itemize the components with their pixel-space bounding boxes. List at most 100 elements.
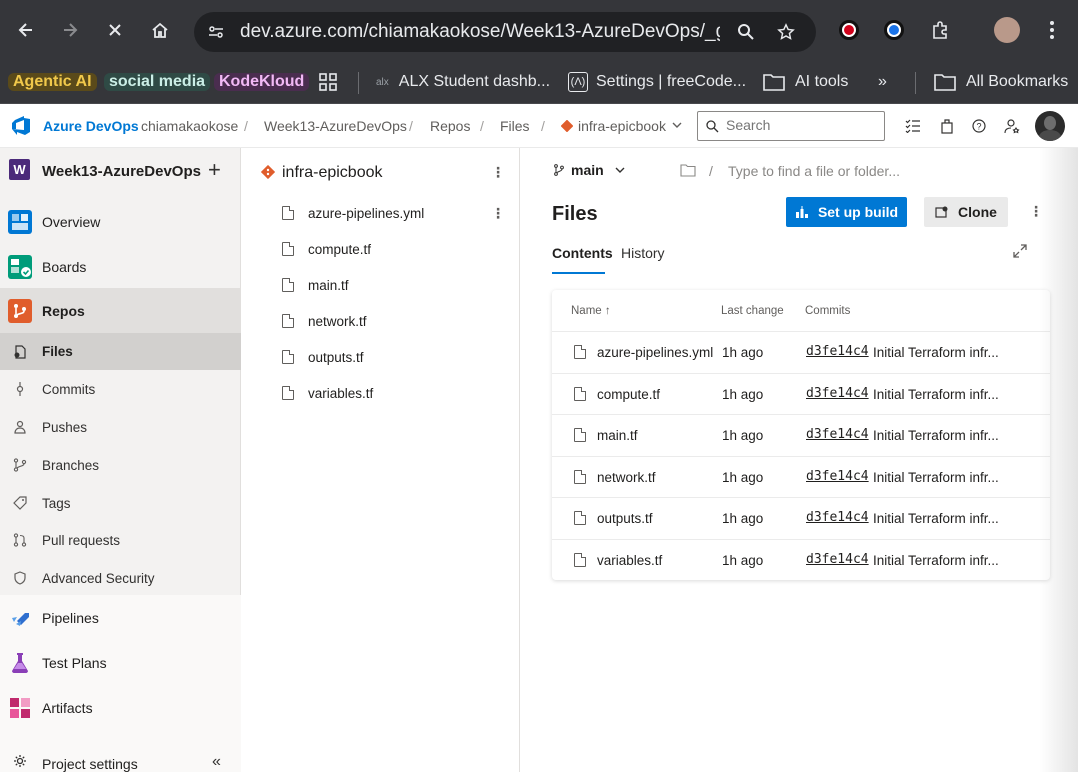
tab-history[interactable]: History [621,245,665,261]
table-row[interactable]: main.tf 1h ago d3fe14c4 Initial Terrafor… [552,414,1050,455]
tree-item[interactable]: compute.tf [282,237,371,261]
build-icon [795,205,808,218]
nav-test-plans[interactable]: Test Plans [0,650,241,676]
breadcrumb-repo[interactable]: infra-epicbook [578,118,666,134]
path-search-input[interactable]: Type to find a file or folder... [728,163,900,179]
search-input[interactable] [726,117,876,133]
clone-button[interactable]: Clone [924,197,1008,227]
star-icon[interactable] [772,18,800,46]
search-icon[interactable] [732,18,760,46]
stop-icon[interactable] [99,14,131,46]
bookmark-folder-ai-tools[interactable]: AI tools [763,68,848,96]
azure-devops-logo-icon[interactable] [10,116,32,136]
collapse-nav-icon[interactable]: « [212,753,221,771]
ado-header: Azure DevOps chiamakaokose / Week13-Azur… [0,104,1078,148]
repo-name[interactable]: infra-epicbook [282,164,383,182]
tree-item[interactable]: main.tf [282,273,349,297]
project-name[interactable]: Week13-AzureDevOps [42,163,201,180]
table-row[interactable]: azure-pipelines.yml 1h ago d3fe14c4 Init… [552,331,1050,372]
nav-boards[interactable]: Boards [0,254,241,280]
nav-branches[interactable]: Branches [0,446,241,484]
bookmark-alx[interactable]: alx ALX Student dashb... [376,68,550,96]
set-up-build-button[interactable]: Set up build [786,197,907,227]
commit-hash-link[interactable]: d3fe14c4 [806,344,869,359]
commit-hash-link[interactable]: d3fe14c4 [806,427,869,442]
file-more-icon[interactable]: ⋮ [491,205,505,222]
back-icon[interactable] [10,14,42,46]
site-settings-icon[interactable] [202,18,230,46]
left-nav: W Week13-AzureDevOps + Overview Boards R… [0,148,241,772]
nav-pipelines[interactable]: Pipelines [0,605,241,631]
yaml-file-icon [574,345,586,359]
column-header-commits[interactable]: Commits [805,305,850,317]
tree-item[interactable]: outputs.tf [282,345,364,369]
nav-repos[interactable]: Repos [0,288,241,333]
bookmark-freecodecamp[interactable]: (Λ) Settings | freeCode... [568,68,746,96]
nav-overview[interactable]: Overview [0,209,241,235]
apps-grid-icon[interactable] [318,68,338,96]
breadcrumb-files[interactable]: Files [500,118,530,134]
tree-item[interactable]: network.tf [282,309,367,333]
column-header-name[interactable]: Name ↑ [571,305,611,317]
address-bar[interactable]: dev.azure.com/chiamakaokose/Week13-Azure… [194,12,816,52]
help-icon[interactable]: ? [969,116,989,136]
bookmark-kodekloud[interactable]: KodeKloud [214,68,310,96]
breadcrumb-project[interactable]: Week13-AzureDevOps [264,118,407,134]
extensions-puzzle-icon[interactable] [924,14,956,46]
tree-item[interactable]: variables.tf [282,381,373,405]
work-items-icon[interactable] [903,116,923,136]
nav-commits[interactable]: Commits [0,370,241,408]
nav-project-settings[interactable]: Project settings « [0,752,241,772]
user-avatar[interactable] [1035,111,1065,141]
tab-contents[interactable]: Contents [552,245,613,261]
expand-icon[interactable] [1013,244,1027,263]
nav-artifacts[interactable]: Artifacts [0,695,241,721]
repo-more-icon[interactable]: ⋮ [491,164,505,181]
marketplace-icon[interactable] [937,116,957,136]
brand-name[interactable]: Azure DevOps [43,118,139,134]
bookmark-agentic-ai[interactable]: Agentic AI [8,68,97,96]
more-actions-icon[interactable]: ⋮ [1029,203,1043,220]
active-tab-indicator [552,272,605,274]
nav-advanced-security[interactable]: Advanced Security [0,559,241,597]
bookmark-social-media[interactable]: social media [104,68,211,96]
extension-icon[interactable] [884,20,904,40]
git-repo-icon [560,119,574,135]
table-row[interactable]: network.tf 1h ago d3fe14c4 Initial Terra… [552,456,1050,497]
menu-kebab-icon[interactable] [1036,14,1068,46]
tag-icon [13,496,27,510]
nav-pushes[interactable]: Pushes [0,408,241,446]
search-field[interactable] [697,111,885,141]
user-settings-icon[interactable] [1002,116,1022,136]
all-bookmarks-folder[interactable]: All Bookmarks [934,68,1068,96]
commit-hash-link[interactable]: d3fe14c4 [806,510,869,525]
column-header-last-change[interactable]: Last change [721,305,784,317]
browser-toolbar: dev.azure.com/chiamakaokose/Week13-Azure… [0,0,1078,62]
breadcrumb-repos[interactable]: Repos [430,118,470,134]
files-icon [13,345,27,359]
project-avatar[interactable]: W [9,159,30,180]
table-row[interactable]: outputs.tf 1h ago d3fe14c4 Initial Terra… [552,497,1050,538]
table-row[interactable]: variables.tf 1h ago d3fe14c4 Initial Ter… [552,539,1050,580]
org-name[interactable]: chiamakaokose [141,118,238,134]
commit-hash-link[interactable]: d3fe14c4 [806,552,869,567]
home-icon[interactable] [144,14,176,46]
more-bookmarks-icon[interactable]: » [878,68,887,96]
add-icon[interactable]: + [208,157,221,183]
table-row[interactable]: compute.tf 1h ago d3fe14c4 Initial Terra… [552,373,1050,414]
commit-hash-link[interactable]: d3fe14c4 [806,469,869,484]
nav-tags[interactable]: Tags [0,484,241,522]
forward-icon[interactable] [54,14,86,46]
record-extension-icon[interactable] [839,20,859,40]
nav-files[interactable]: Files [0,333,241,370]
file-icon [574,470,586,484]
svg-text:?: ? [976,122,981,132]
commit-hash-link[interactable]: d3fe14c4 [806,386,869,401]
branch-selector[interactable]: main [553,162,626,178]
profile-avatar[interactable] [994,17,1020,43]
chevron-down-icon[interactable] [671,119,683,134]
nav-pull-requests[interactable]: Pull requests [0,521,241,559]
file-icon [574,511,586,525]
tree-item[interactable]: azure-pipelines.yml [282,201,424,225]
files-main: main / Type to find a file or folder... … [521,148,1078,772]
